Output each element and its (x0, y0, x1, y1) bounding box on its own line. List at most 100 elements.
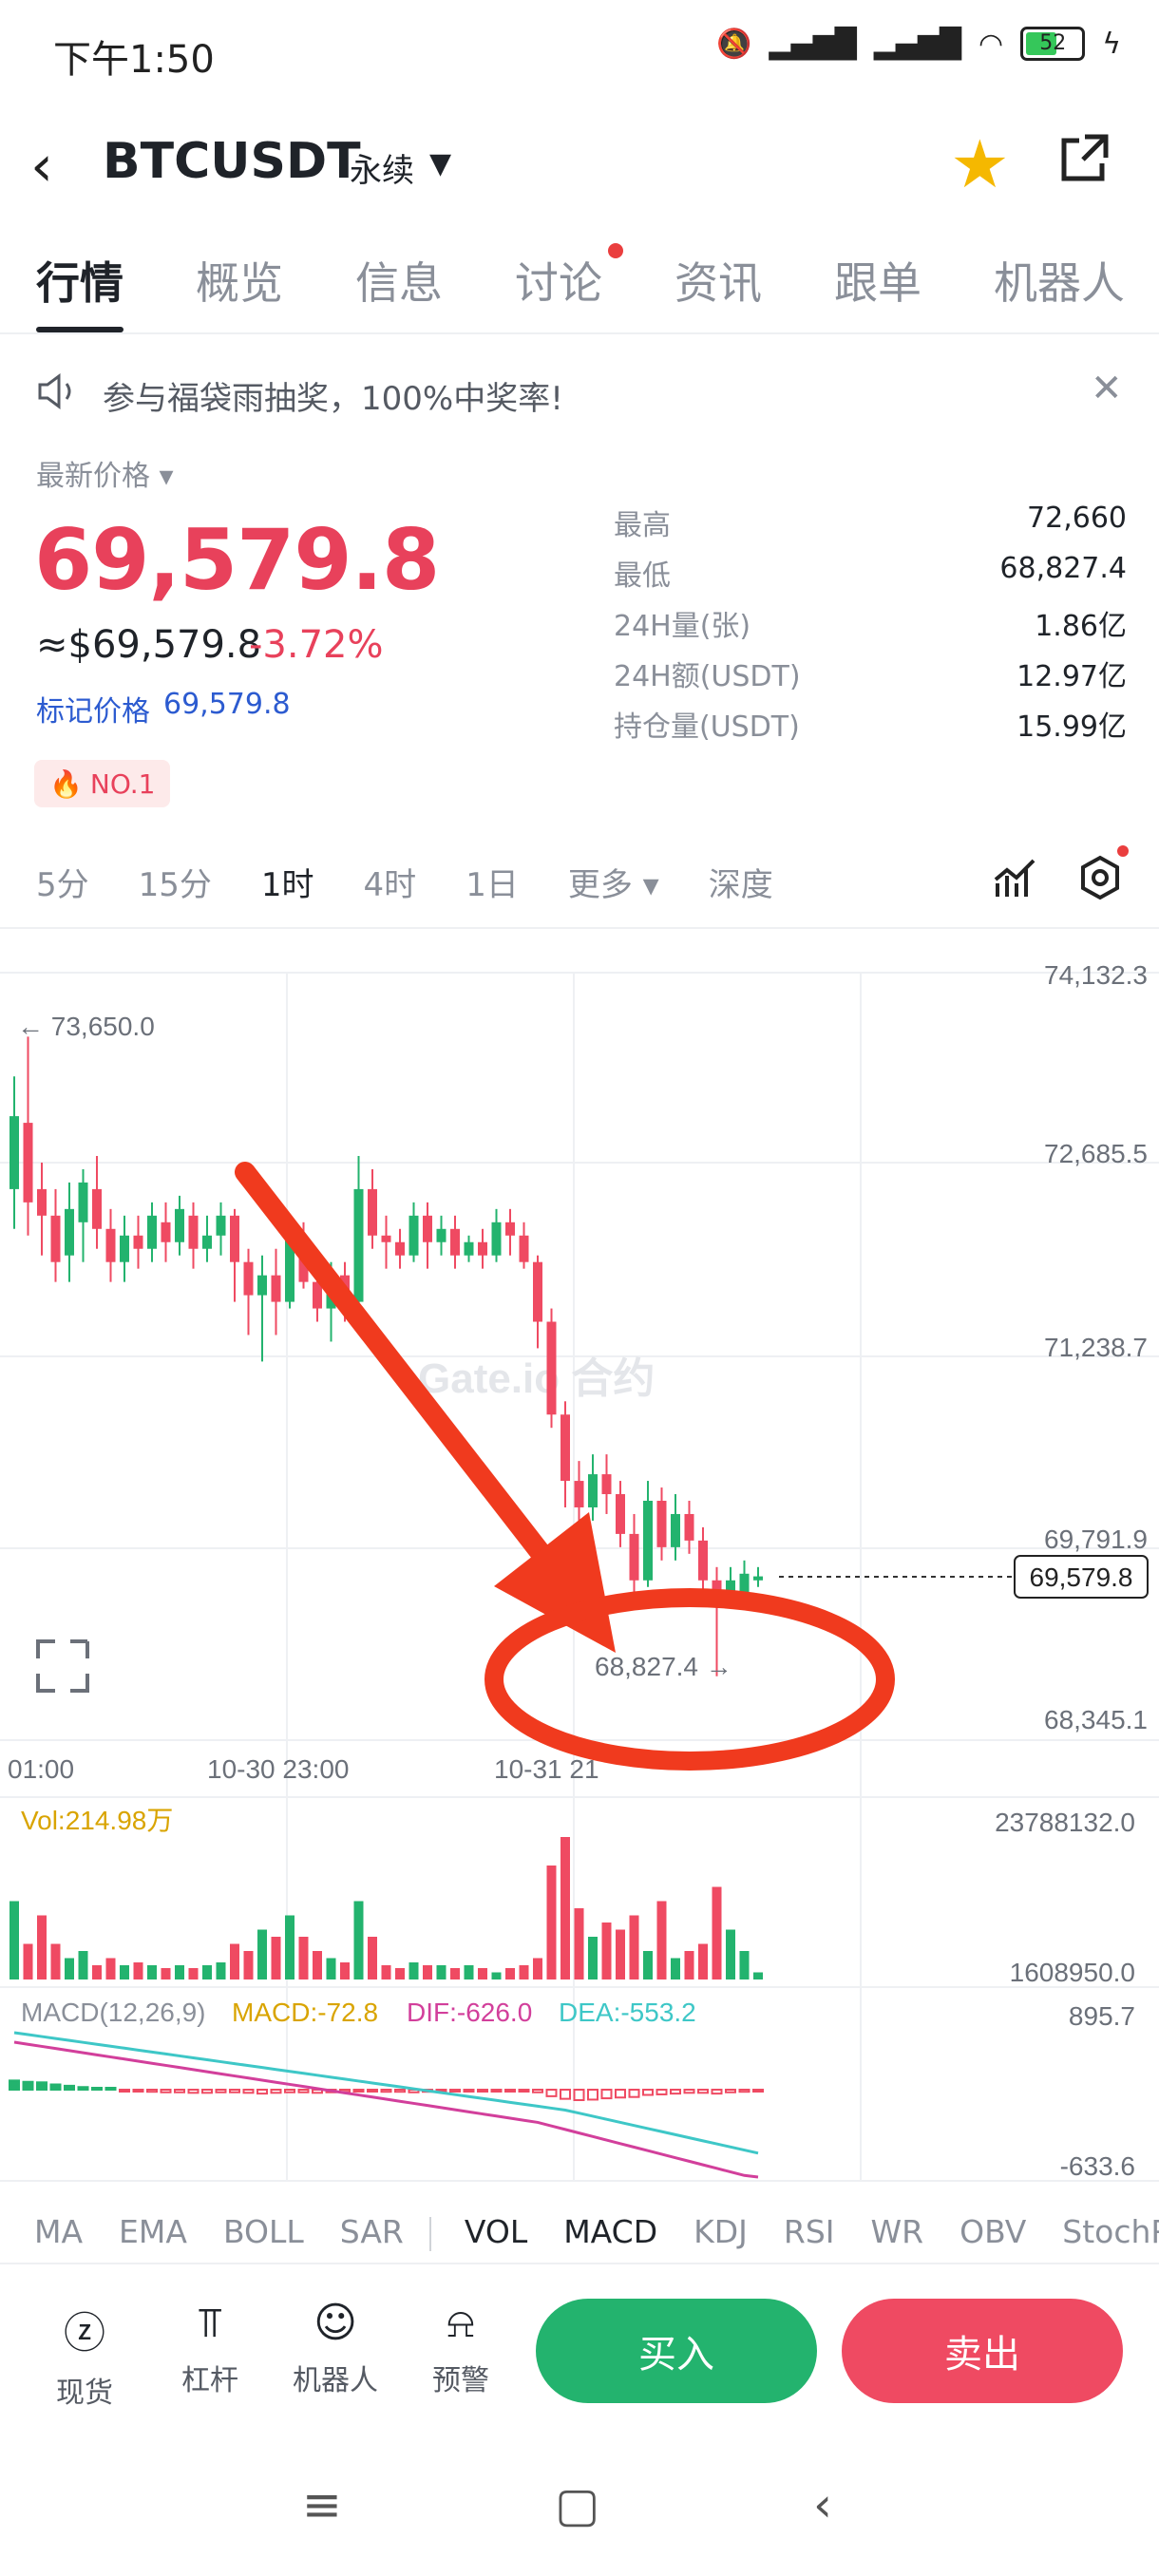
candle-body (243, 1261, 254, 1296)
volume-bar (712, 1886, 722, 1979)
macd-bar (752, 2089, 764, 2093)
interval-1h[interactable]: 1时 (261, 859, 314, 905)
interval-5m[interactable]: 5分 (36, 859, 89, 905)
indicator-boll[interactable]: BOLL (223, 2213, 304, 2250)
indicator-ma[interactable]: MA (34, 2213, 83, 2250)
candle-body (395, 1241, 405, 1256)
volume-bar (574, 1908, 584, 1979)
volume-bar (37, 1915, 47, 1979)
candle-body (464, 1241, 474, 1256)
candle-body (23, 1123, 33, 1203)
macd-bar (477, 2089, 488, 2093)
volume-bar (243, 1951, 254, 1979)
macd-bar (104, 2087, 117, 2091)
tab-overview[interactable]: 概览 (196, 249, 355, 312)
volume-bar (643, 1951, 653, 1979)
robot-button[interactable]: ☺ 机器人 (283, 2299, 388, 2398)
contract-type[interactable]: 永续 (350, 144, 414, 191)
volume-bar (408, 1962, 419, 1979)
macd-bar (587, 2089, 598, 2101)
share-icon[interactable] (1056, 131, 1112, 186)
depth-tab[interactable]: 深度 (709, 859, 773, 905)
macd-bar (284, 2089, 295, 2093)
favorite-star-icon[interactable]: ★ (950, 125, 1010, 203)
back-nav-icon[interactable]: ‹ (813, 2477, 832, 2532)
candle-body (505, 1222, 515, 1236)
stat-open-interest: 持仓量(USDT) 15.99亿 (614, 710, 1127, 744)
volume-bar (78, 1951, 88, 1979)
tab-market[interactable]: 行情 (36, 249, 196, 312)
close-icon[interactable]: ✕ (1091, 367, 1123, 410)
chart-style-icon[interactable] (992, 855, 1037, 900)
volume-bar (230, 1943, 239, 1979)
macd-max-label: 895.7 (1069, 2001, 1135, 2031)
announcement-text[interactable]: 参与福袋雨抽奖，100%中奖率! (103, 372, 563, 419)
chart-settings-icon[interactable] (1077, 855, 1123, 900)
volume-bars (10, 1837, 763, 1979)
sell-button[interactable]: 卖出 (842, 2299, 1123, 2403)
volume-bar (298, 1937, 309, 1979)
macd-bar (490, 2089, 503, 2093)
leverage-button[interactable]: ⫪ 杠杆 (158, 2299, 262, 2398)
indicator-stochrsi[interactable]: StochRSI (1062, 2213, 1159, 2250)
alert-button[interactable]: ⍾ 预警 (408, 2299, 513, 2398)
time-axis-label: 10-31 21 (494, 1754, 599, 1784)
menu-nav-icon[interactable]: ≡ (302, 2477, 342, 2532)
macd-bar (297, 2089, 310, 2093)
candle-body (601, 1474, 612, 1495)
interval-1d[interactable]: 1日 (466, 859, 519, 905)
mute-icon: 🔕 (716, 27, 752, 61)
volume-bar (257, 1929, 267, 1979)
macd-bar (256, 2089, 268, 2095)
volume-bar (684, 1951, 694, 1979)
macd-bar (463, 2089, 475, 2093)
interval-15m[interactable]: 15分 (139, 859, 212, 905)
volume-bar (381, 1965, 391, 1979)
volume-bar (601, 1923, 612, 1979)
tab-discussion[interactable]: 讨论 (515, 249, 674, 312)
candle-body (643, 1501, 653, 1581)
rank-badge[interactable]: 🔥 NO.1 (34, 760, 171, 807)
tab-bot[interactable]: 机器人 (994, 249, 1153, 312)
divider (429, 2217, 431, 2251)
pair-title[interactable]: BTCUSDT (103, 133, 361, 190)
interval-tabs: 5分 15分 1时 4时 1日 更多 ▾ 深度 (36, 859, 823, 905)
home-nav-icon[interactable]: ▢ (555, 2477, 599, 2532)
candle-body (37, 1188, 47, 1216)
volume-bar (656, 1901, 667, 1979)
kline-chart[interactable]: Gate.io 合约 74,132.3 72,685.5 71,238.7 69… (0, 931, 1159, 2204)
back-icon[interactable]: ‹ (30, 133, 53, 199)
indicator-rsi[interactable]: RSI (784, 2213, 835, 2250)
spot-button[interactable]: ⓩ 现货 (32, 2299, 137, 2411)
volume-bar (368, 1937, 377, 1979)
macd-bar (146, 2089, 158, 2093)
volume-bar (698, 1943, 708, 1979)
indicator-obv[interactable]: OBV (960, 2213, 1026, 2250)
volume-bar (491, 1972, 502, 1979)
macd-bar (683, 2089, 695, 2094)
indicator-vol[interactable]: VOL (465, 2213, 527, 2250)
settings-notification-dot (1117, 845, 1129, 857)
indicator-ema[interactable]: EMA (119, 2213, 187, 2250)
buy-button[interactable]: 买入 (536, 2299, 817, 2403)
charging-icon: ϟ (1102, 27, 1121, 61)
pair-dropdown-icon[interactable]: ▼ (429, 147, 451, 180)
candle-body (684, 1513, 694, 1541)
macd-bar (77, 2086, 89, 2091)
indicator-sar[interactable]: SAR (340, 2213, 404, 2250)
tab-copy-trade[interactable]: 跟单 (834, 249, 994, 312)
signal-icon: ▂▄▆█ (769, 27, 857, 61)
candle-body (353, 1188, 364, 1302)
macd-bar (394, 2089, 406, 2093)
dif-line (13, 2040, 759, 2179)
status-time: 下午1:50 (53, 38, 215, 82)
indicator-wr[interactable]: WR (871, 2213, 924, 2250)
tab-news[interactable]: 资讯 (674, 249, 834, 312)
interval-4h[interactable]: 4时 (364, 859, 417, 905)
interval-more[interactable]: 更多 ▾ (568, 859, 659, 905)
candle-body (560, 1414, 570, 1482)
indicator-macd[interactable]: MACD (563, 2213, 657, 2250)
indicator-kdj[interactable]: KDJ (694, 2213, 748, 2250)
tab-info[interactable]: 信息 (355, 249, 515, 312)
latest-price-label[interactable]: 最新价格 ▾ (36, 452, 174, 494)
